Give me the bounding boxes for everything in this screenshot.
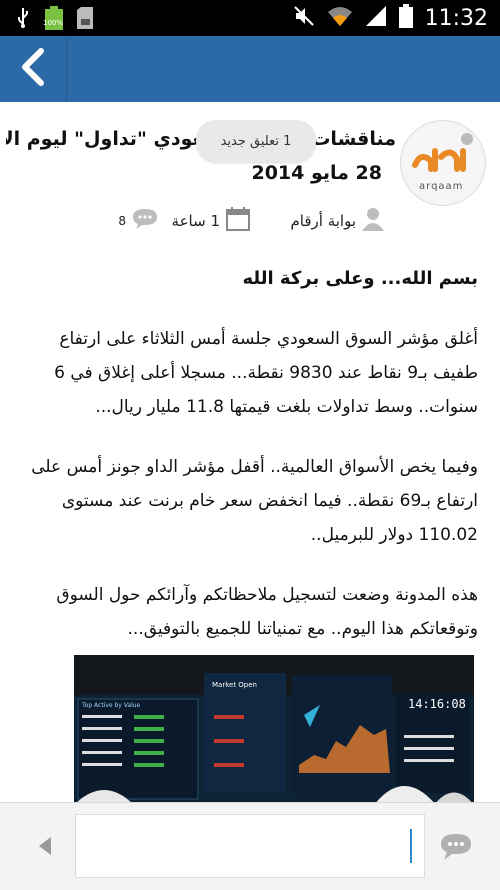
- article-body: بسم الله... وعلى بركة الله أغلق مؤشر الس…: [18, 262, 478, 672]
- photo-clock: 14:16:08: [408, 697, 466, 711]
- triangle-left-icon: [37, 835, 53, 861]
- new-comment-toast[interactable]: 1 تعليق جديد: [196, 120, 316, 162]
- article-photo: Market Open Top Active by Value 14:16:08: [74, 655, 474, 802]
- argaam-logo: arqaam: [400, 120, 486, 206]
- article-paragraph-4: هذه المدونة وضعت لتسجيل ملاحظاتكم وآرائك…: [56, 585, 478, 639]
- photo-board-left: Top Active by Value: [82, 702, 141, 709]
- article-paragraph-1: بسم الله... وعلى بركة الله: [242, 268, 478, 289]
- sd-card-icon: [76, 7, 94, 33]
- battery-full-icon: 100%: [43, 6, 64, 34]
- back-button[interactable]: [0, 36, 67, 102]
- send-comment-button[interactable]: [428, 822, 484, 876]
- usb-icon: [14, 7, 32, 33]
- article-content: arqaam مناقشات السوق السعودي "تداول" ليو…: [0, 102, 500, 802]
- time-ago: 1 ساعة: [171, 212, 220, 230]
- logo-text: arqaam: [419, 181, 464, 192]
- signal-icon: [365, 5, 387, 31]
- author-meta: بوابة أرقام: [290, 206, 384, 236]
- article-paragraph-3: وفيما يخص الأسواق العالمية.. أقفل مؤشر ا…: [31, 457, 478, 545]
- clock: 11:32: [424, 5, 488, 31]
- wifi-icon: [327, 5, 353, 31]
- comment-bubble-icon: [440, 833, 472, 865]
- status-right-icons: 11:32: [293, 4, 488, 32]
- mute-icon: [293, 5, 315, 31]
- battery-icon: [398, 4, 413, 32]
- chevron-left-icon: [19, 47, 47, 91]
- status-left-icons: 100%: [14, 6, 94, 34]
- comment-input[interactable]: [75, 814, 425, 878]
- comment-bubble-icon: [132, 208, 158, 234]
- article-paragraph-2: أغلق مؤشر السوق السعودي جلسة أمس الثلاثا…: [54, 329, 478, 417]
- battery-percent: 100%: [43, 19, 64, 27]
- comment-nav-button[interactable]: [16, 820, 74, 876]
- user-icon: [362, 207, 384, 235]
- author-name[interactable]: بوابة أرقام: [290, 212, 356, 230]
- photo-board-top: Market Open: [212, 681, 257, 689]
- time-meta: 1 ساعة: [172, 206, 250, 236]
- status-bar: 100% 11:32: [0, 0, 500, 36]
- text-cursor: [410, 829, 412, 863]
- comment-count: 8: [118, 214, 126, 228]
- comments-meta[interactable]: 8: [118, 206, 158, 236]
- calendar-icon: [226, 207, 250, 235]
- action-bar: [0, 36, 500, 102]
